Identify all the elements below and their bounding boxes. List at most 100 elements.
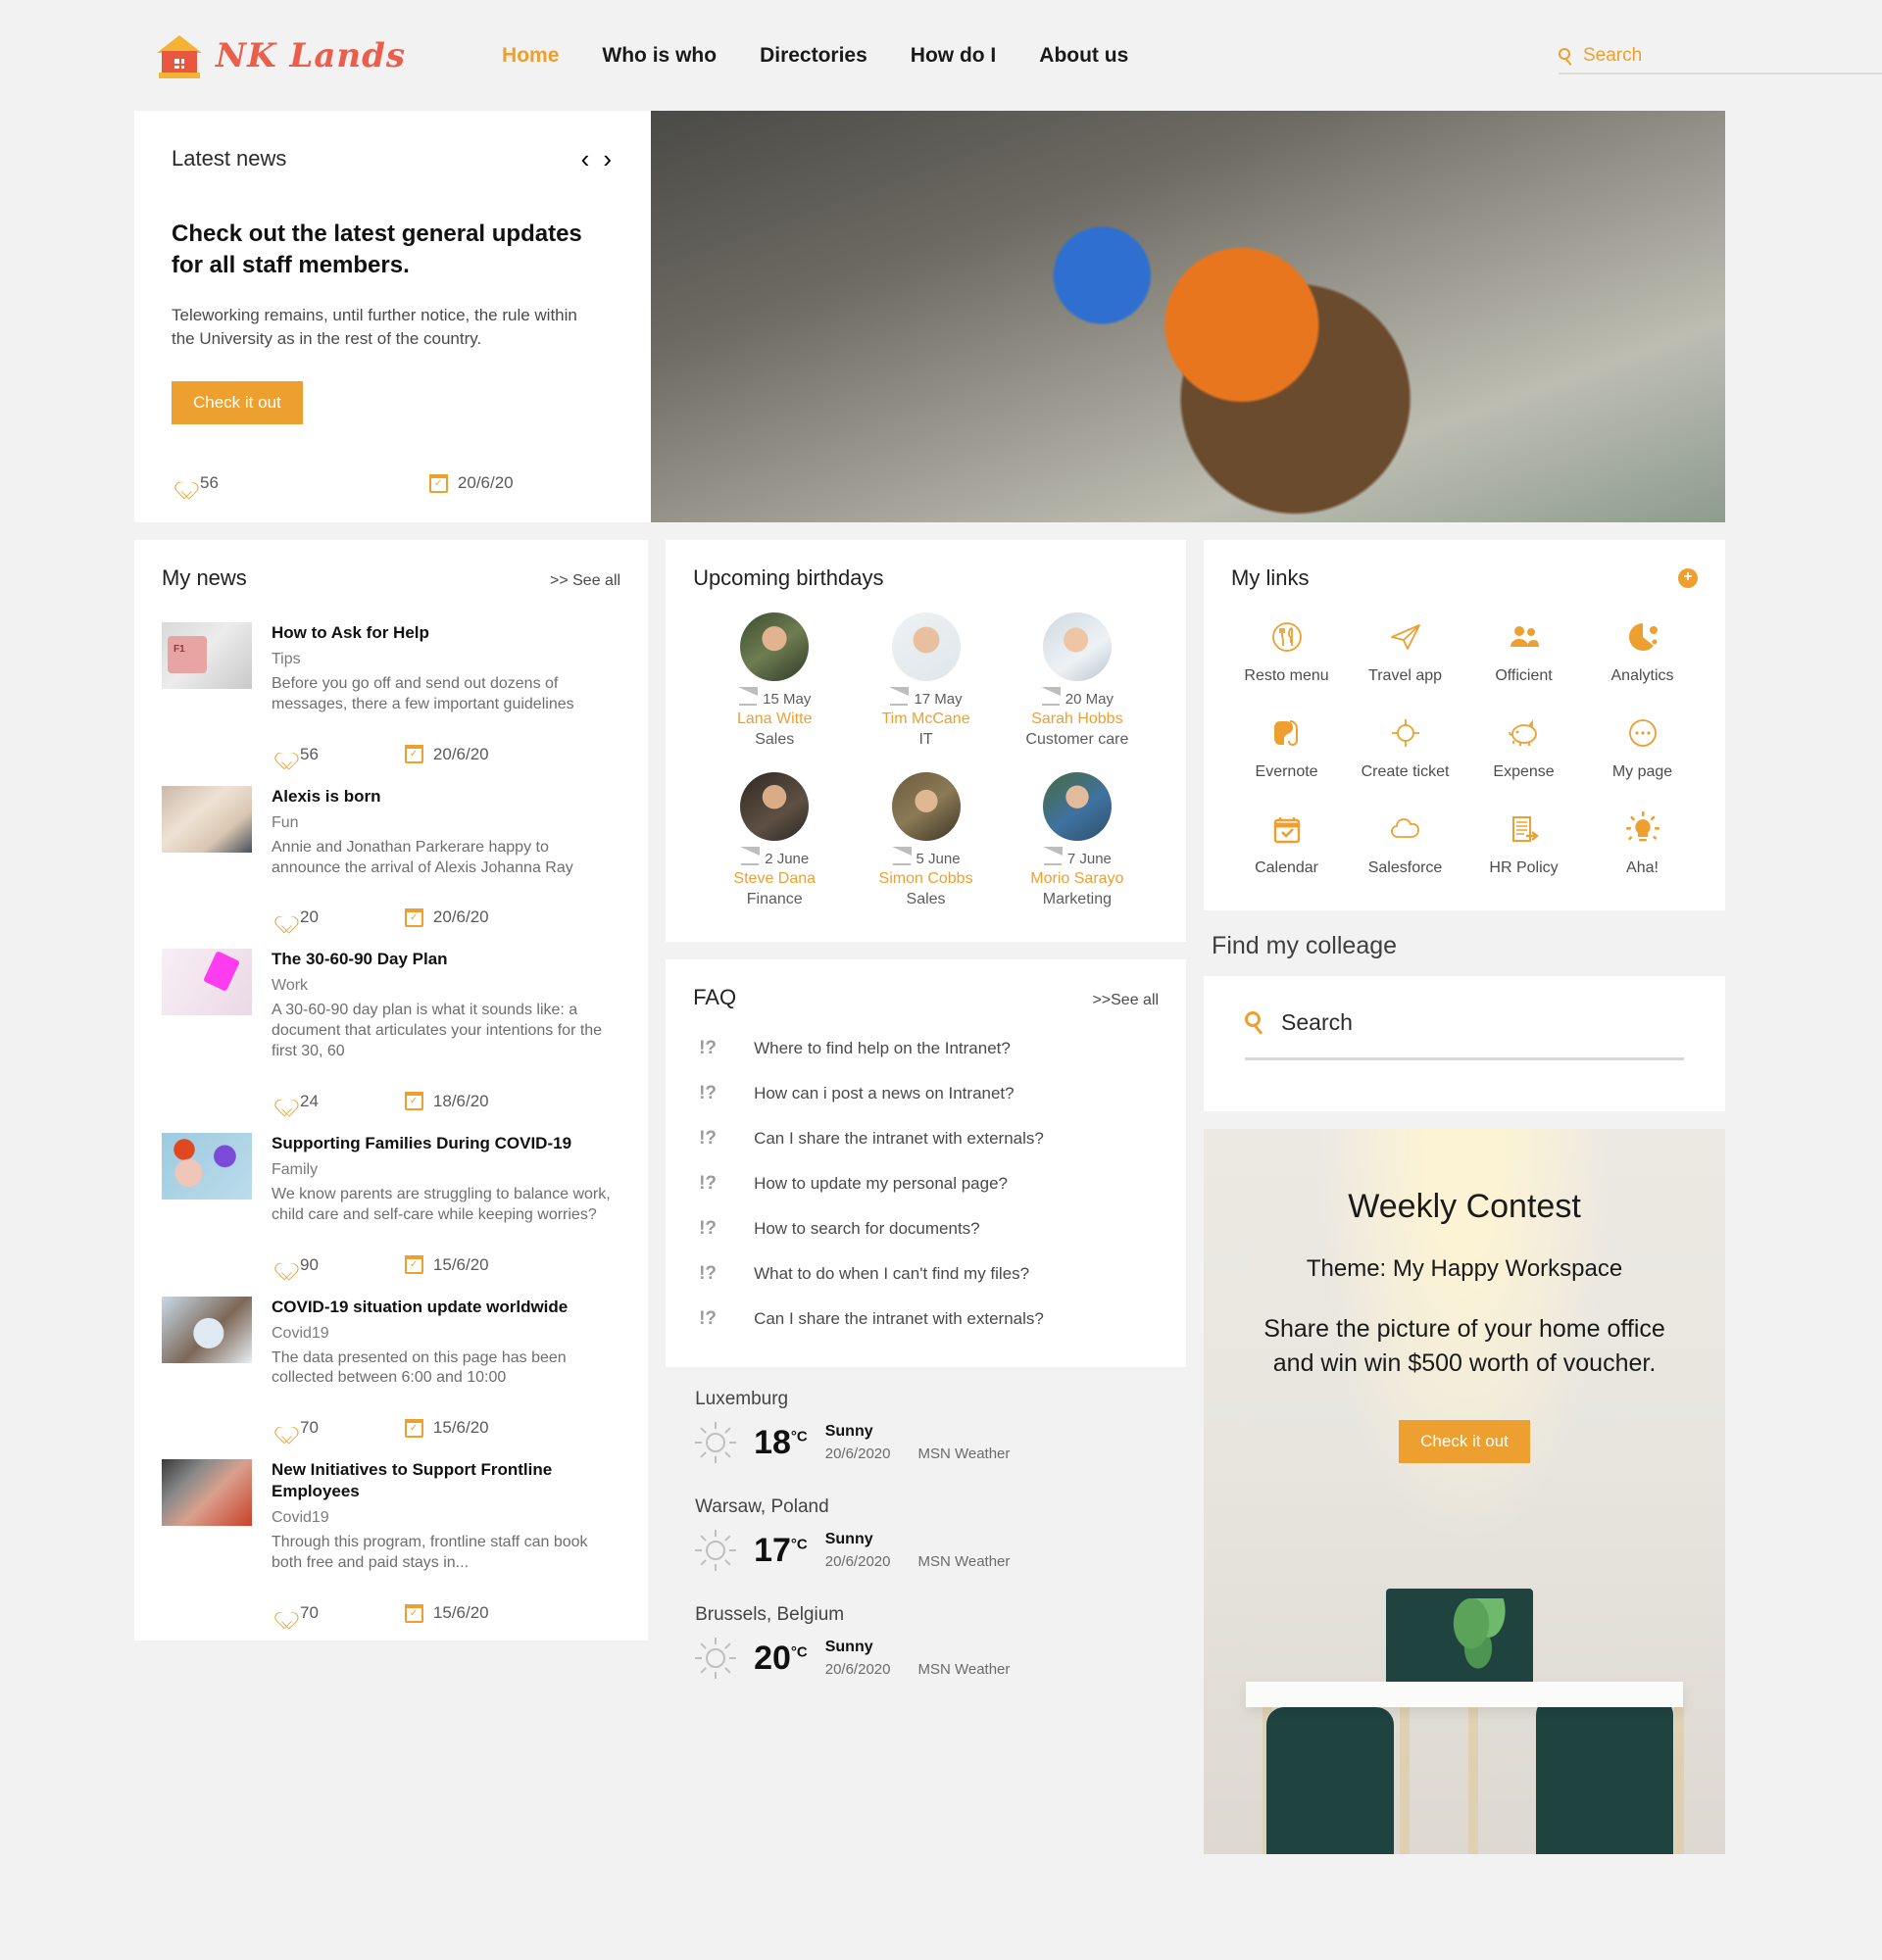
hero-cta-button[interactable]: Check it out xyxy=(172,381,303,425)
birthday-person[interactable]: 5 June Simon Cobbs Sales xyxy=(850,772,1001,908)
nav-item-how-do-i[interactable]: How do I xyxy=(911,44,997,68)
news-category: Covid19 xyxy=(272,1324,329,1342)
my-news-header: My news >> See all xyxy=(134,540,648,591)
find-colleague-input-underline[interactable] xyxy=(1245,1057,1685,1060)
birthday-person[interactable]: 7 June Morio Sarayo Marketing xyxy=(1002,772,1153,908)
cloud-icon xyxy=(1346,807,1464,852)
news-like-count[interactable]: 56 xyxy=(272,745,319,764)
faq-item[interactable]: !? How to search for documents? xyxy=(699,1206,1153,1251)
news-like-count[interactable]: 70 xyxy=(272,1603,319,1623)
news-like-count[interactable]: 90 xyxy=(272,1255,319,1275)
birthday-name[interactable]: Lana Witte xyxy=(699,710,850,728)
chevron-left-icon[interactable]: ‹ xyxy=(581,146,590,172)
faq-item[interactable]: !? How to update my personal page? xyxy=(699,1161,1153,1206)
sun-icon xyxy=(695,1422,737,1464)
nav-item-directories[interactable]: Directories xyxy=(760,44,867,68)
brand-logo[interactable]: NK Lands xyxy=(157,33,406,78)
news-like-count[interactable]: 20 xyxy=(272,907,319,927)
header-search[interactable]: Search xyxy=(1559,45,1882,74)
birthday-person[interactable]: 17 May Tim McCane IT xyxy=(850,612,1001,749)
weather-unit: °C xyxy=(790,1428,808,1446)
find-colleague-search[interactable]: Search xyxy=(1245,1009,1684,1036)
link-calendar[interactable]: Calendar xyxy=(1227,807,1346,877)
birthday-department: Sales xyxy=(755,731,795,748)
link-travel-app[interactable]: Travel app xyxy=(1346,614,1464,685)
hero-header: Latest news ‹ › xyxy=(172,146,612,172)
birthday-name[interactable]: Simon Cobbs xyxy=(850,870,1001,888)
link-create-ticket[interactable]: Create ticket xyxy=(1346,710,1464,781)
contest-cta-button[interactable]: Check it out xyxy=(1399,1420,1530,1463)
my-news-see-all-link[interactable]: >> See all xyxy=(550,572,620,590)
link-label: Evernote xyxy=(1255,763,1318,780)
birthday-name[interactable]: Tim McCane xyxy=(850,710,1001,728)
link-resto-menu[interactable]: Resto menu xyxy=(1227,614,1346,685)
news-item[interactable]: How to Ask for Help Tips Before you go off… xyxy=(162,601,620,764)
birthday-department: Marketing xyxy=(1042,891,1112,908)
news-like-count[interactable]: 24 xyxy=(272,1092,319,1111)
heart-icon xyxy=(272,1420,290,1437)
news-item[interactable]: Alexis is born Fun Annie and Jonathan Park… xyxy=(162,764,620,928)
cake-icon xyxy=(1042,846,1063,866)
faq-see-all-link[interactable]: >>See all xyxy=(1092,992,1159,1009)
faq-item[interactable]: !? How can i post a news on Intranet? xyxy=(699,1071,1153,1116)
people-icon xyxy=(1464,614,1583,660)
cake-icon xyxy=(738,686,759,707)
news-thumbnail xyxy=(162,1132,252,1200)
link-evernote[interactable]: Evernote xyxy=(1227,710,1346,781)
heart-icon xyxy=(272,1605,290,1622)
avatar xyxy=(891,772,961,842)
main-nav: Home Who is who Directories How do I Abo… xyxy=(502,44,1128,68)
news-like-count[interactable]: 70 xyxy=(272,1418,319,1438)
link-label: Salesforce xyxy=(1367,859,1443,876)
faq-item[interactable]: !? Where to find help on the Intranet? xyxy=(699,1026,1153,1071)
news-date-value: 15/6/20 xyxy=(432,1603,489,1623)
calendar-icon xyxy=(428,473,448,493)
news-item[interactable]: COVID-19 situation update worldwide Covid… xyxy=(162,1275,620,1439)
news-likes-value: 56 xyxy=(300,744,319,763)
link-salesforce[interactable]: Salesforce xyxy=(1346,807,1464,877)
news-item[interactable]: Supporting Families During COVID-19 Famil… xyxy=(162,1111,620,1275)
news-item[interactable]: The 30-60-90 Day Plan Work A 30-60-90 day … xyxy=(162,927,620,1111)
hero-like-count[interactable]: 56 xyxy=(172,473,219,493)
add-link-button[interactable]: + xyxy=(1678,568,1699,588)
birthday-name[interactable]: Morio Sarayo xyxy=(1002,870,1153,888)
faq-item[interactable]: !? Can I share the intranet with external… xyxy=(699,1297,1153,1342)
faq-question: Can I share the intranet with externals? xyxy=(754,1309,1044,1329)
birthday-person[interactable]: 2 June Steve Dana Finance xyxy=(699,772,850,908)
question-mark-icon: !? xyxy=(699,1173,717,1195)
link-hr-policy[interactable]: HR Policy xyxy=(1464,807,1583,877)
nav-item-home[interactable]: Home xyxy=(502,44,559,68)
question-mark-icon: !? xyxy=(699,1263,717,1285)
nav-item-about-us[interactable]: About us xyxy=(1039,44,1128,68)
news-date: 20/6/20 xyxy=(404,745,489,764)
weather-unit: °C xyxy=(790,1643,808,1661)
news-item[interactable]: New Initiatives to Support Frontline Emp… xyxy=(162,1438,620,1623)
contest-title: Weekly Contest xyxy=(1348,1188,1581,1225)
hero-section-title: Latest news xyxy=(172,146,287,171)
find-colleague-title: Find my colleage xyxy=(1212,932,1398,959)
link-analytics[interactable]: Analytics xyxy=(1583,614,1702,685)
birthdays-card: Upcoming birthdays 15 May Lana Witte Sales… xyxy=(666,540,1187,943)
birthday-name[interactable]: Sarah Hobbs xyxy=(1002,710,1153,728)
find-colleague-section: Find my colleage Search xyxy=(1204,910,1726,1111)
weather-city: Luxemburg xyxy=(695,1389,789,1410)
birthdays-title: Upcoming birthdays xyxy=(693,565,884,590)
faq-item[interactable]: !? Can I share the intranet with external… xyxy=(699,1116,1153,1161)
news-title: COVID-19 situation update worldwide xyxy=(272,1297,569,1316)
news-description: A 30-60-90 day plan is what it sounds li… xyxy=(272,1002,603,1060)
column-middle: Upcoming birthdays 15 May Lana Witte Sales… xyxy=(666,540,1187,1722)
news-likes-value: 20 xyxy=(300,907,319,927)
birthday-person[interactable]: 20 May Sarah Hobbs Customer care xyxy=(1002,612,1153,749)
link-aha[interactable]: Aha! xyxy=(1583,807,1702,877)
link-officient[interactable]: Officient xyxy=(1464,614,1583,685)
news-description: Through this program, frontline staff ca… xyxy=(272,1534,588,1572)
chevron-right-icon[interactable]: › xyxy=(603,146,612,172)
faq-item[interactable]: !? What to do when I can't find my files? xyxy=(699,1251,1153,1297)
birthday-name[interactable]: Steve Dana xyxy=(699,870,850,888)
link-my-page[interactable]: My page xyxy=(1583,710,1702,781)
nav-item-who-is-who[interactable]: Who is who xyxy=(602,44,717,68)
link-label: Expense xyxy=(1493,763,1555,780)
link-expense[interactable]: Expense xyxy=(1464,710,1583,781)
heart-icon xyxy=(272,746,290,762)
birthday-person[interactable]: 15 May Lana Witte Sales xyxy=(699,612,850,749)
